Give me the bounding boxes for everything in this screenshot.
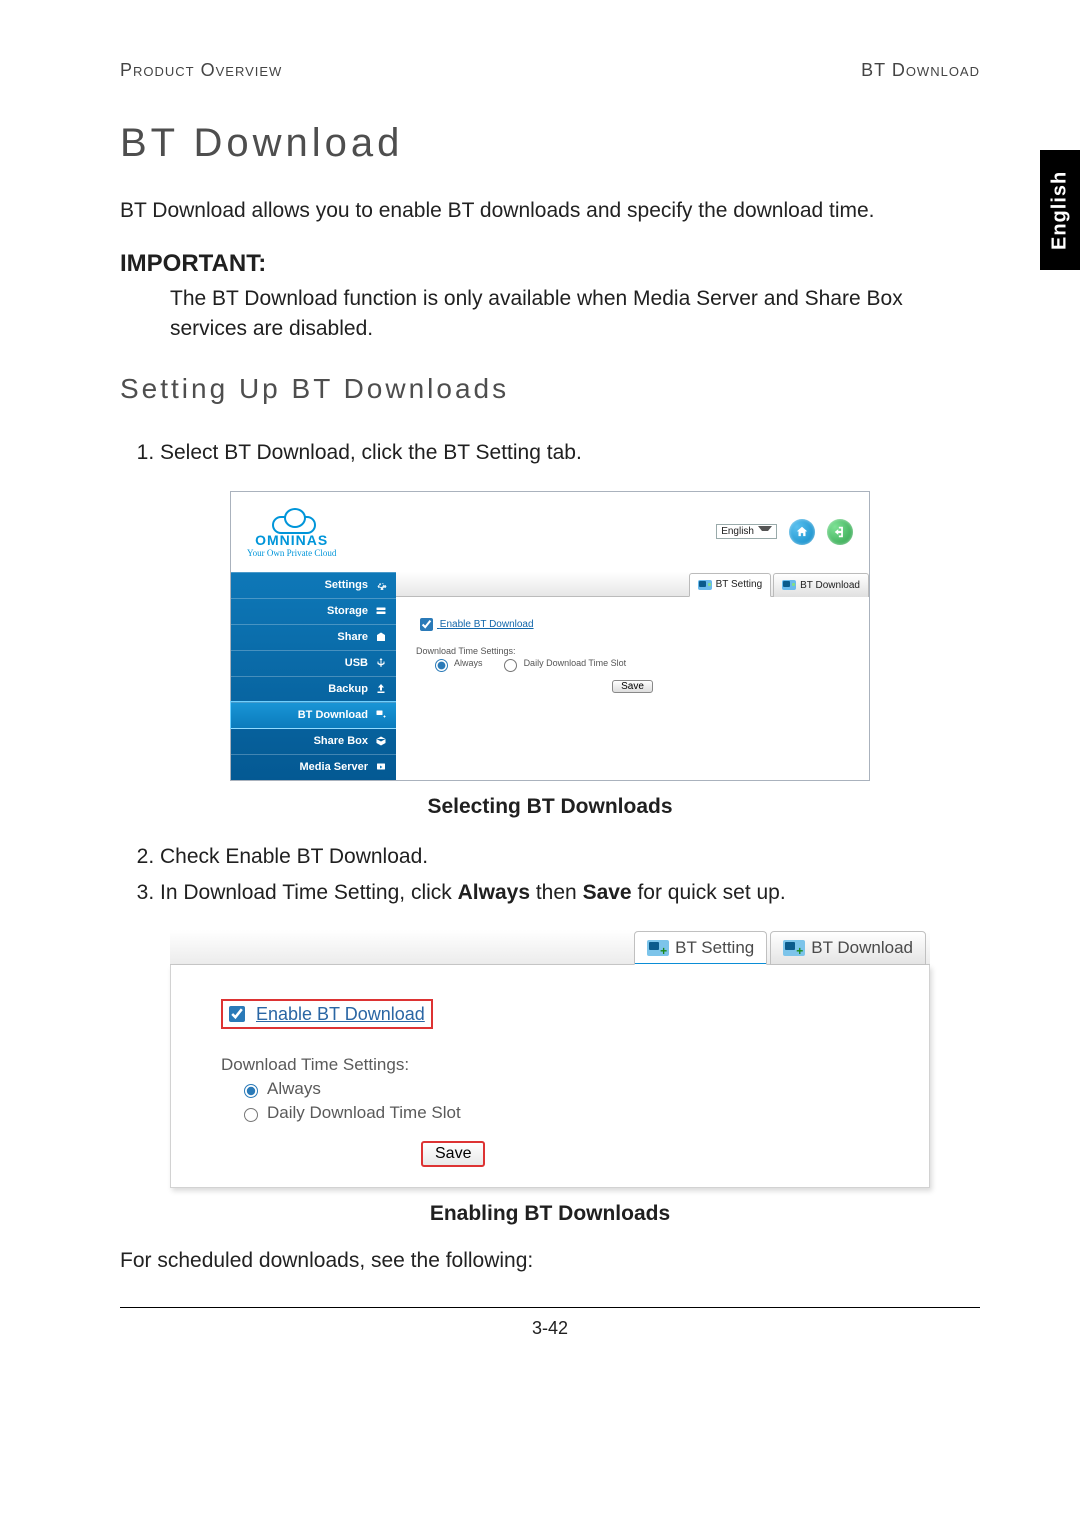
backup-icon (374, 683, 388, 695)
sidebar-item-label: USB (345, 657, 368, 669)
sidebar-item-backup[interactable]: Backup (231, 676, 396, 702)
tab-label: BT Download (811, 938, 913, 958)
usb-icon (374, 657, 388, 669)
step-3-post: for quick set up. (632, 881, 786, 904)
language-select-value: English (721, 526, 754, 537)
step-3-bold-save: Save (583, 881, 632, 904)
language-select[interactable]: English (716, 524, 777, 539)
option-always-label: Always (267, 1079, 321, 1099)
bt-download-tab-icon (783, 940, 805, 956)
logo-tagline: Your Own Private Cloud (247, 548, 336, 558)
option-always-radio[interactable] (244, 1084, 258, 1098)
step-3-bold-always: Always (458, 881, 530, 904)
download-time-settings-label: Download Time Settings: (221, 1055, 893, 1075)
tab-bt-setting[interactable]: BT Setting (634, 931, 767, 965)
enable-bt-download-input[interactable] (229, 1006, 245, 1022)
page-title: BT Download (120, 121, 980, 166)
option-always-radio[interactable] (435, 659, 448, 672)
logo-wordmark: OMNINAS (255, 532, 328, 548)
sidebar-item-storage[interactable]: Storage (231, 598, 396, 624)
sidebar-item-label: Storage (327, 605, 368, 617)
figure-omninas-ui: OMNINAS Your Own Private Cloud English (230, 491, 870, 781)
section-heading: Setting Up BT Downloads (120, 373, 980, 405)
gear-icon (374, 579, 388, 591)
tab-bt-setting[interactable]: BT Setting (689, 573, 772, 597)
enable-bt-download-checkbox[interactable]: Enable BT Download (221, 999, 433, 1029)
option-daily-slot-label: Daily Download Time Slot (524, 658, 627, 668)
sidebar-item-label: Share Box (314, 735, 368, 747)
sidebar-item-bt-download[interactable]: BT Download (231, 702, 396, 728)
tab-bt-download[interactable]: BT Download (770, 931, 926, 965)
bt-setting-tab-icon (698, 580, 712, 590)
option-always-label: Always (454, 658, 483, 668)
storage-icon (374, 605, 388, 617)
tab-label: BT Download (800, 580, 860, 591)
omninas-logo: OMNINAS Your Own Private Cloud (247, 506, 336, 558)
save-button[interactable]: Save (421, 1141, 485, 1167)
option-always[interactable]: Always (239, 1079, 893, 1099)
media-icon (374, 761, 388, 773)
sidebar: Settings Storage Share USB Backup (231, 572, 396, 780)
closing-text: For scheduled downloads, see the followi… (120, 1246, 980, 1276)
figure2-caption: Enabling BT Downloads (120, 1202, 980, 1226)
box-icon (374, 735, 388, 747)
sidebar-item-media-server[interactable]: Media Server (231, 754, 396, 780)
intro-text: BT Download allows you to enable BT down… (120, 196, 980, 226)
step-3-pre: In Download Time Setting, click (160, 881, 458, 904)
option-daily-slot-radio[interactable] (504, 659, 517, 672)
step-1: Select BT Download, click the BT Setting… (160, 435, 980, 471)
tab-bt-download[interactable]: BT Download (773, 573, 869, 597)
sidebar-item-usb[interactable]: USB (231, 650, 396, 676)
bt-setting-tab-icon (647, 940, 669, 956)
page-number: 3-42 (532, 1318, 568, 1338)
sidebar-item-label: Settings (325, 579, 368, 591)
step-3-mid: then (530, 881, 583, 904)
tab-label: BT Setting (716, 579, 763, 590)
sidebar-item-share[interactable]: Share (231, 624, 396, 650)
sidebar-item-share-box[interactable]: Share Box (231, 728, 396, 754)
step-3: In Download Time Setting, click Always t… (160, 875, 980, 911)
home-icon[interactable] (789, 519, 815, 545)
important-text: The BT Download function is only availab… (170, 284, 980, 343)
enable-bt-download-label: Enable BT Download (440, 619, 534, 630)
enable-bt-download-checkbox[interactable]: Enable BT Download (416, 619, 534, 630)
logout-icon[interactable] (827, 519, 853, 545)
bt-download-tab-icon (782, 580, 796, 590)
chevron-down-icon (758, 526, 772, 537)
option-daily-slot-label: Daily Download Time Slot (267, 1103, 461, 1123)
save-button[interactable]: Save (612, 680, 653, 693)
figure1-caption: Selecting BT Downloads (120, 795, 980, 819)
download-time-settings-label: Download Time Settings: (416, 646, 849, 656)
sidebar-item-label: Backup (328, 683, 368, 695)
tab-label: BT Setting (675, 938, 754, 958)
bt-download-icon (374, 709, 388, 721)
figure-bt-setting-zoom: BT Setting BT Download Enable BT Downloa… (170, 930, 930, 1188)
running-head-right: BT Download (861, 60, 980, 81)
important-heading: IMPORTANT: (120, 250, 980, 278)
sidebar-item-label: Media Server (300, 761, 368, 773)
sidebar-item-settings[interactable]: Settings (231, 572, 396, 598)
enable-bt-download-label: Enable BT Download (256, 1004, 425, 1025)
option-daily-slot-radio[interactable] (244, 1108, 258, 1122)
sidebar-item-label: BT Download (298, 709, 368, 721)
language-tab: English (1040, 150, 1080, 270)
option-daily-slot[interactable]: Daily Download Time Slot (239, 1103, 893, 1123)
sidebar-item-label: Share (337, 631, 368, 643)
option-always[interactable]: Always (430, 658, 485, 668)
step-2: Check Enable BT Download. (160, 839, 980, 875)
running-head-left: Product Overview (120, 60, 282, 81)
option-daily-slot[interactable]: Daily Download Time Slot (499, 658, 626, 668)
enable-bt-download-input[interactable] (420, 618, 433, 631)
share-icon (374, 631, 388, 643)
cloud-icon (268, 506, 316, 532)
